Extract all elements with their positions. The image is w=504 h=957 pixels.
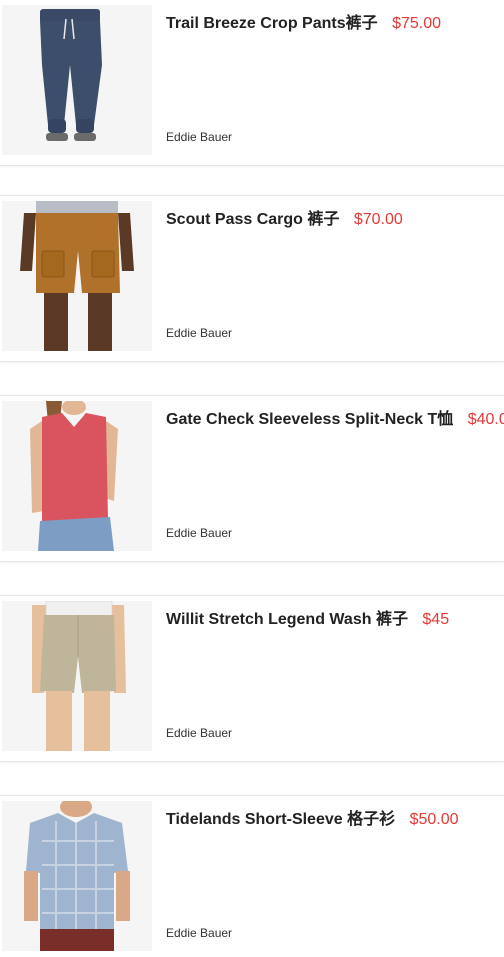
- product-card[interactable]: Willit Stretch Legend Wash 裤子 $45 Eddie …: [0, 595, 504, 762]
- product-title-row: Scout Pass Cargo 裤子 $70.00: [166, 210, 403, 230]
- product-title-row: Tidelands Short-Sleeve 格子衫 $50.00: [166, 810, 459, 830]
- product-title[interactable]: Tidelands Short-Sleeve 格子衫: [166, 811, 395, 828]
- product-card[interactable]: Gate Check Sleeveless Split-Neck T恤 $40.…: [0, 395, 504, 562]
- product-image[interactable]: [2, 5, 152, 155]
- product-price: $70.00: [353, 211, 403, 228]
- product-card[interactable]: Scout Pass Cargo 裤子 $70.00 Eddie Bauer: [0, 195, 504, 362]
- product-brand: Eddie Bauer: [166, 326, 233, 340]
- product-price: $45: [422, 611, 450, 628]
- product-image[interactable]: [2, 601, 152, 751]
- product-title-row: Trail Breeze Crop Pants裤子 $75.00: [166, 14, 441, 34]
- product-card[interactable]: Trail Breeze Crop Pants裤子 $75.00 Eddie B…: [0, 0, 504, 166]
- product-image[interactable]: [2, 201, 152, 351]
- product-title[interactable]: Willit Stretch Legend Wash 裤子: [166, 611, 408, 628]
- product-image[interactable]: [2, 801, 152, 951]
- product-brand: Eddie Bauer: [166, 726, 233, 740]
- product-list: Trail Breeze Crop Pants裤子 $75.00 Eddie B…: [0, 0, 504, 957]
- product-brand: Eddie Bauer: [166, 526, 233, 540]
- product-title-row: Gate Check Sleeveless Split-Neck T恤 $40.…: [166, 410, 504, 430]
- product-title[interactable]: Trail Breeze Crop Pants裤子: [166, 15, 378, 32]
- product-title-row: Willit Stretch Legend Wash 裤子 $45: [166, 610, 449, 630]
- product-price: $50.00: [409, 811, 459, 828]
- product-title[interactable]: Scout Pass Cargo 裤子: [166, 211, 339, 228]
- product-brand: Eddie Bauer: [166, 926, 233, 940]
- product-image[interactable]: [2, 401, 152, 551]
- product-price: $75.00: [392, 15, 442, 32]
- product-title[interactable]: Gate Check Sleeveless Split-Neck T恤: [166, 411, 453, 428]
- product-price: $40.00: [467, 411, 504, 428]
- product-card[interactable]: Tidelands Short-Sleeve 格子衫 $50.00 Eddie …: [0, 795, 504, 957]
- product-brand: Eddie Bauer: [166, 130, 233, 144]
